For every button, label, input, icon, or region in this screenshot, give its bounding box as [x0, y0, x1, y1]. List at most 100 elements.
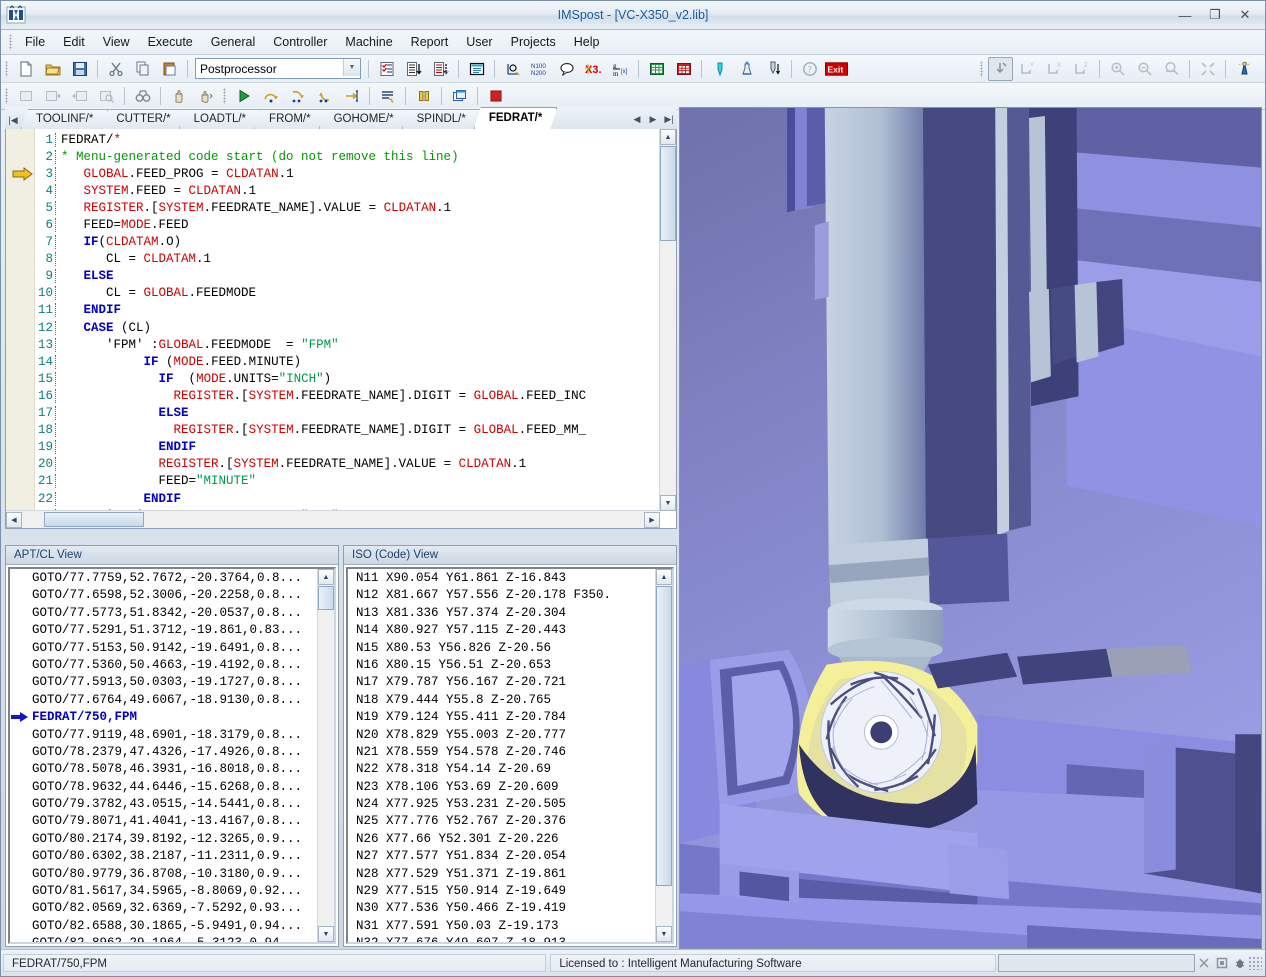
editor-code-line[interactable]: 8 CL = CLDATAM.1 — [6, 251, 660, 268]
copy-icon[interactable] — [130, 57, 155, 81]
iso-code-list-item[interactable]: N13 X81.336 Y57.374 Z-20.304 — [348, 605, 655, 622]
tab-from[interactable]: FROM/* — [254, 109, 326, 129]
apt-vscroll-thumb[interactable] — [318, 586, 334, 610]
editor-code-line[interactable]: 9 ELSE — [6, 268, 660, 285]
iso-code-list-item[interactable]: N26 X77.66 Y52.301 Z-20.226 — [348, 831, 655, 848]
apt-cl-list-item[interactable]: GOTO/81.5617,34.5965,-8.8069,0.92... — [10, 883, 317, 900]
run-toolbar-grip[interactable] — [223, 88, 226, 104]
view-y-icon[interactable]: Y — [1015, 57, 1040, 81]
editor-code-line[interactable]: 11 ENDIF — [6, 302, 660, 319]
view-toolbar-grip[interactable] — [980, 60, 983, 77]
red-grid-icon[interactable] — [671, 57, 696, 81]
iso-code-list-item[interactable]: N18 X79.444 Y55.8 Z-20.765 — [348, 692, 655, 709]
editor-code-line[interactable]: 3 GLOBAL.FEED_PROG = CLDATAN.1 — [6, 165, 660, 182]
iso-code-list-item[interactable]: N23 X78.106 Y53.69 Z-20.609 — [348, 779, 655, 796]
tab-toolinf[interactable]: TOOLINF/* — [21, 109, 108, 129]
apt-cl-list-item[interactable]: GOTO/79.8071,41.4041,-13.4167,0.8... — [10, 813, 317, 830]
checklist-icon[interactable] — [374, 57, 399, 81]
save-disk-icon[interactable] — [67, 57, 92, 81]
help-question-icon[interactable]: ? — [797, 57, 822, 81]
editor-code-lines[interactable]: 1 FEDRAT/* 2 * Menu-generated code start (d… — [6, 131, 660, 511]
iso-scroll-down-button[interactable]: ▼ — [656, 926, 672, 942]
apt-cl-list-item[interactable]: GOTO/77.5913,50.0303,-19.1727,0.8... — [10, 674, 317, 691]
apt-cl-list-item[interactable]: GOTO/80.2174,39.8192,-12.3265,0.9... — [10, 831, 317, 848]
trace-icon[interactable] — [375, 84, 400, 108]
blue-tool-icon[interactable] — [707, 57, 732, 81]
pause-icon[interactable] — [411, 84, 436, 108]
menu-drag-grip[interactable] — [9, 34, 12, 50]
tab-prev-button[interactable]: ◀ — [629, 110, 645, 128]
apt-scroll-up-button[interactable]: ▲ — [318, 569, 334, 585]
zoom-window-icon[interactable] — [1159, 57, 1184, 81]
minimize-button[interactable]: — — [1171, 5, 1199, 25]
run-to-cursor-icon[interactable] — [339, 84, 364, 108]
tab-last-button[interactable]: ▶| — [661, 110, 677, 128]
apt-cl-list-item[interactable]: GOTO/82.6588,30.1865,-5.9491,0.94... — [10, 918, 317, 935]
editor-code-line[interactable]: 19 ENDIF — [6, 439, 660, 456]
cancel-x-icon[interactable] — [1195, 954, 1213, 972]
iso-code-list-item[interactable]: N11 X90.054 Y61.861 Z-16.843 — [348, 570, 655, 587]
editor-code-line[interactable]: 18 REGISTER.[SYSTEM.FEEDRATE_NAME].DIGIT… — [6, 422, 660, 439]
editor-code-line[interactable]: 15 IF (MODE.UNITS="INCH") — [6, 370, 660, 387]
iso-vertical-scrollbar[interactable]: ▲ ▼ — [655, 569, 672, 942]
apt-cl-list-item[interactable]: GOTO/77.5360,50.4663,-19.4192,0.8... — [10, 657, 317, 674]
editor-code-line[interactable]: 5 REGISTER.[SYSTEM.FEEDRATE_NAME].VALUE … — [6, 199, 660, 216]
apt-cl-list[interactable]: GOTO/77.7759,52.7672,-20.3764,0.8... GOTO… — [10, 570, 317, 942]
page-search-icon[interactable] — [94, 84, 119, 108]
iso-code-list-item[interactable]: N14 X80.927 Y57.115 Z-20.443 — [348, 622, 655, 639]
iso-code-list-item[interactable]: N12 X81.667 Y57.556 Z-20.178 F350. — [348, 587, 655, 604]
iso-vscroll-thumb[interactable] — [656, 586, 672, 886]
apt-cl-list-item[interactable]: GOTO/78.2379,47.4326,-17.4926,0.8... — [10, 744, 317, 761]
menu-report[interactable]: Report — [402, 32, 458, 52]
menu-execute[interactable]: Execute — [139, 32, 202, 52]
iso-code-list-item[interactable]: N21 X78.559 Y54.578 Z-20.746 — [348, 744, 655, 761]
editor-scroll-up-button[interactable]: ▲ — [660, 129, 676, 145]
tab-cutter[interactable]: CUTTER/* — [101, 109, 185, 129]
open-folder-icon[interactable] — [40, 57, 65, 81]
apt-cl-list-item[interactable]: GOTO/77.9119,48.6901,-18.3179,0.8... — [10, 727, 317, 744]
window-resize-grip[interactable] — [1248, 956, 1263, 970]
apt-cl-list-item[interactable]: GOTO/77.5773,51.8342,-20.0537,0.8... — [10, 605, 317, 622]
iso-code-list-item[interactable]: N19 X79.124 Y55.411 Z-20.784 — [348, 709, 655, 726]
editor-code-line[interactable]: 1 FEDRAT/* — [6, 131, 660, 148]
apt-cl-view-body[interactable]: GOTO/77.7759,52.7672,-20.3764,0.8... GOTO… — [8, 567, 336, 944]
apt-cl-list-item[interactable]: GOTO/77.6764,49.6067,-18.9130,0.8... — [10, 692, 317, 709]
macro-code-editor[interactable]: 1 FEDRAT/* 2 * Menu-generated code start (d… — [5, 129, 677, 529]
iso-code-list-item[interactable]: N32 X77.676 Y49.607 Z-18.913 — [348, 935, 655, 942]
zoom-out-icon[interactable] — [1132, 57, 1157, 81]
iso-code-list-item[interactable]: N25 X77.776 Y52.767 Z-20.376 — [348, 813, 655, 830]
apt-cl-list-item[interactable]: GOTO/77.5153,50.9142,-19.6491,0.8... — [10, 640, 317, 657]
apt-cl-list-item[interactable]: GOTO/77.5291,51.3712,-19.861,0.83... — [10, 622, 317, 639]
apt-cl-list-item[interactable]: FEDRAT/750,FPM — [10, 709, 317, 726]
page-prev-icon[interactable] — [67, 84, 92, 108]
zoom-in-icon[interactable] — [1105, 57, 1130, 81]
apt-cl-list-item[interactable]: GOTO/77.7759,52.7672,-20.3764,0.8... — [10, 570, 317, 587]
editor-code-line[interactable]: 6 FEED=MODE.FEED — [6, 216, 660, 233]
iso-code-list-item[interactable]: N30 X77.536 Y50.466 Z-19.419 — [348, 900, 655, 917]
iso-code-list-item[interactable]: N15 X80.53 Y56.826 Z-20.56 — [348, 640, 655, 657]
editor-code-line[interactable]: 14 IF (MODE.FEED.MINUTE) — [6, 353, 660, 370]
editor-code-line[interactable]: 2 * Menu-generated code start (do not rem… — [6, 148, 660, 165]
iso-scroll-up-button[interactable]: ▲ — [656, 569, 672, 585]
editor-scroll-right-button[interactable]: ▶ — [644, 511, 660, 528]
spray-tool-icon[interactable] — [734, 57, 759, 81]
green-table-icon[interactable] — [644, 57, 669, 81]
editor-code-line[interactable]: 21 FEED="MINUTE" — [6, 473, 660, 490]
cut-scissors-icon[interactable] — [103, 57, 128, 81]
apt-vertical-scrollbar[interactable]: ▲ ▼ — [317, 569, 334, 942]
apt-scroll-down-button[interactable]: ▼ — [318, 926, 334, 942]
menu-projects[interactable]: Projects — [502, 32, 565, 52]
window-cascade-icon[interactable] — [447, 84, 472, 108]
editor-code-line[interactable]: 20 REGISTER.[SYSTEM.FEEDRATE_NAME].VALUE… — [6, 456, 660, 473]
apt-cl-list-item[interactable]: GOTO/80.9779,36.8708,-10.3180,0.9... — [10, 866, 317, 883]
menu-view[interactable]: View — [94, 32, 139, 52]
view-x-icon[interactable]: X — [1042, 57, 1067, 81]
iso-code-list-item[interactable]: N28 X77.529 Y51.371 Z-19.861 — [348, 866, 655, 883]
iso-code-list-item[interactable]: N20 X78.829 Y55.003 Z-20.777 — [348, 727, 655, 744]
menu-user[interactable]: User — [457, 32, 501, 52]
chevron-down-icon[interactable]: ▼ — [343, 59, 360, 76]
paste-icon[interactable] — [157, 57, 182, 81]
shade-light-icon[interactable] — [1231, 57, 1256, 81]
tab-spindl[interactable]: SPINDL/* — [402, 109, 481, 129]
editor-code-line[interactable]: 13 'FPM' :GLOBAL.FEEDMODE = "FPM" — [6, 336, 660, 353]
